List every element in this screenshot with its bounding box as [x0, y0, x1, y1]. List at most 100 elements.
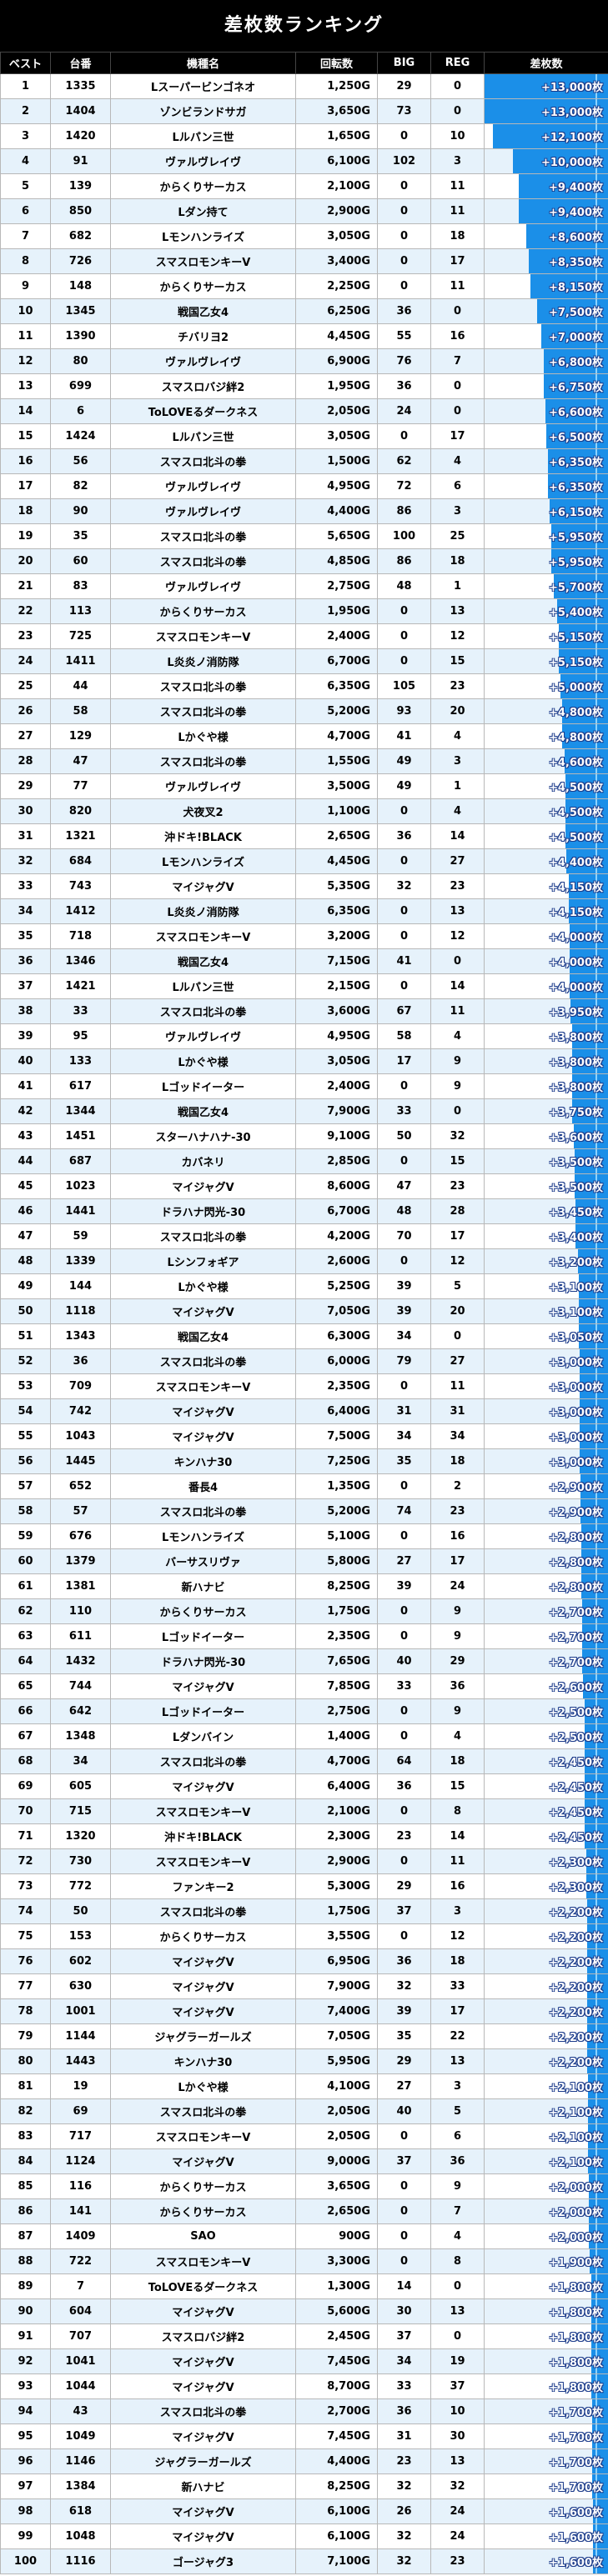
cell-reg: 24 — [430, 1573, 485, 1599]
cell-machine-number: 34 — [50, 1748, 111, 1774]
cell-rank: 48 — [0, 1248, 51, 1274]
table-row: 50 1118 マイジャグV 7,050G 39 20 +3,100枚 — [0, 1298, 608, 1324]
table-row: 16 56 スマスロ北斗の拳 1,500G 62 4 +6,350枚 — [0, 448, 608, 474]
cell-machine-number: 1411 — [50, 648, 111, 674]
table-row: 3 1420 Lルパン三世 1,650G 0 10 +12,100枚 — [0, 123, 608, 149]
cell-reg: 9 — [430, 1048, 485, 1074]
cell-machine-number: 110 — [50, 1598, 111, 1624]
cell-machine-number: 684 — [50, 848, 111, 874]
cell-spins: 1,400G — [295, 1723, 378, 1749]
cell-machine-name: Lダンバイン — [110, 1723, 296, 1749]
table-row: 19 35 スマスロ北斗の拳 5,650G 100 25 +5,950枚 — [0, 523, 608, 549]
table-row: 38 33 スマスロ北斗の拳 3,600G 67 11 +3,950枚 — [0, 998, 608, 1024]
cell-spins: 2,750G — [295, 573, 378, 599]
cell-spins: 5,600G — [295, 2298, 378, 2324]
cell-diff: +3,500枚 — [484, 1148, 608, 1174]
diff-value: +5,400枚 — [548, 607, 603, 619]
cell-big: 33 — [377, 2373, 431, 2399]
table-row: 35 718 スマスロモンキーV 3,200G 0 12 +4,000枚 — [0, 923, 608, 949]
cell-machine-name: マイジャグV — [110, 2523, 296, 2549]
cell-reg: 0 — [430, 98, 485, 124]
cell-rank: 44 — [0, 1148, 51, 1174]
cell-spins: 2,900G — [295, 1848, 378, 1874]
cell-spins: 5,350G — [295, 873, 378, 899]
cell-diff: +4,000枚 — [484, 923, 608, 949]
cell-big: 0 — [377, 1798, 431, 1824]
table-row: 30 820 犬夜叉2 1,100G 0 4 +4,500枚 — [0, 798, 608, 824]
cell-reg: 17 — [430, 1998, 485, 2024]
cell-machine-number: 1390 — [50, 323, 111, 349]
cell-diff: +4,150枚 — [484, 898, 608, 924]
cell-big: 58 — [377, 1023, 431, 1049]
diff-value: +2,100枚 — [548, 2107, 603, 2119]
cell-machine-number: 35 — [50, 523, 111, 549]
cell-reg: 15 — [430, 648, 485, 674]
cell-spins: 7,250G — [295, 1448, 378, 1474]
cell-spins: 6,250G — [295, 298, 378, 324]
cell-diff: +3,400枚 — [484, 1223, 608, 1249]
cell-machine-name: 新ハナビ — [110, 2473, 296, 2499]
cell-machine-name: 新ハナビ — [110, 1573, 296, 1599]
diff-value: +3,800枚 — [548, 1057, 603, 1069]
cell-rank: 69 — [0, 1773, 51, 1799]
cell-reg: 18 — [430, 1448, 485, 1474]
cell-diff: +2,900枚 — [484, 1498, 608, 1524]
cell-reg: 17 — [430, 1548, 485, 1574]
cell-rank: 84 — [0, 2148, 51, 2174]
table-row: 1 1335 Lスーパービンゴネオ 1,250G 29 0 +13,000枚 — [0, 73, 608, 99]
cell-spins: 3,650G — [295, 98, 378, 124]
diff-value: +2,200枚 — [548, 2057, 603, 2069]
cell-rank: 46 — [0, 1198, 51, 1224]
cell-machine-number: 44 — [50, 673, 111, 699]
cell-machine-name: Lかぐや様 — [110, 723, 296, 749]
table-row: 14 6 ToLOVEるダークネス 2,050G 24 0 +6,600枚 — [0, 398, 608, 424]
cell-big: 70 — [377, 1223, 431, 1249]
cell-spins: 6,100G — [295, 2498, 378, 2524]
diff-value: +4,500枚 — [548, 832, 603, 844]
cell-machine-name: 番長4 — [110, 1473, 296, 1499]
table-row: 66 642 Lゴッドイーター 2,750G 0 9 +2,500枚 — [0, 1698, 608, 1724]
table-row: 33 743 マイジャグV 5,350G 32 23 +4,150枚 — [0, 873, 608, 899]
diff-value: +6,500枚 — [548, 432, 603, 444]
cell-rank: 24 — [0, 648, 51, 674]
header-big: BIG — [377, 52, 431, 74]
cell-diff: +6,750枚 — [484, 373, 608, 399]
cell-rank: 93 — [0, 2373, 51, 2399]
diff-value: +2,000枚 — [548, 2182, 603, 2194]
cell-big: 0 — [377, 598, 431, 624]
table-row: 25 44 スマスロ北斗の拳 6,350G 105 23 +5,000枚 — [0, 673, 608, 699]
header-machine-name: 機種名 — [110, 52, 296, 74]
cell-diff: +8,600枚 — [484, 223, 608, 249]
cell-rank: 20 — [0, 548, 51, 574]
cell-machine-name: 犬夜叉2 — [110, 798, 296, 824]
cell-machine-name: ヴァルヴレイヴ — [110, 573, 296, 599]
cell-machine-name: スマスロモンキーV — [110, 923, 296, 949]
cell-diff: +1,800枚 — [484, 2298, 608, 2324]
table-row: 43 1451 スターハナハナ-30 9,100G 50 32 +3,600枚 — [0, 1123, 608, 1149]
cell-spins: 1,650G — [295, 123, 378, 149]
diff-value: +2,450枚 — [548, 1807, 603, 1819]
cell-machine-number: 1443 — [50, 2048, 111, 2074]
header-machine-number: 台番 — [50, 52, 111, 74]
cell-reg: 18 — [430, 548, 485, 574]
cell-diff: +2,450枚 — [484, 1748, 608, 1774]
cell-rank: 1 — [0, 73, 51, 99]
cell-machine-name: 戦国乙女4 — [110, 1098, 296, 1124]
cell-big: 36 — [377, 1948, 431, 1974]
diff-value: +8,150枚 — [548, 282, 603, 294]
diff-value: +1,800枚 — [548, 2332, 603, 2344]
table-row: 73 772 ファンキー2 5,300G 29 16 +2,300枚 — [0, 1873, 608, 1899]
diff-value: +3,000枚 — [548, 1357, 603, 1369]
diff-value: +4,500枚 — [548, 807, 603, 819]
cell-spins: 2,750G — [295, 1698, 378, 1724]
cell-reg: 20 — [430, 698, 485, 724]
cell-diff: +3,000枚 — [484, 1398, 608, 1424]
cell-reg: 13 — [430, 598, 485, 624]
table-row: 65 744 マイジャグV 7,850G 33 36 +2,600枚 — [0, 1673, 608, 1699]
cell-big: 0 — [377, 1248, 431, 1274]
cell-machine-number: 605 — [50, 1773, 111, 1799]
cell-machine-name: スマスロ北斗の拳 — [110, 998, 296, 1024]
cell-machine-number: 77 — [50, 773, 111, 799]
cell-machine-name: スマスロ北斗の拳 — [110, 2398, 296, 2424]
cell-machine-number: 1345 — [50, 298, 111, 324]
